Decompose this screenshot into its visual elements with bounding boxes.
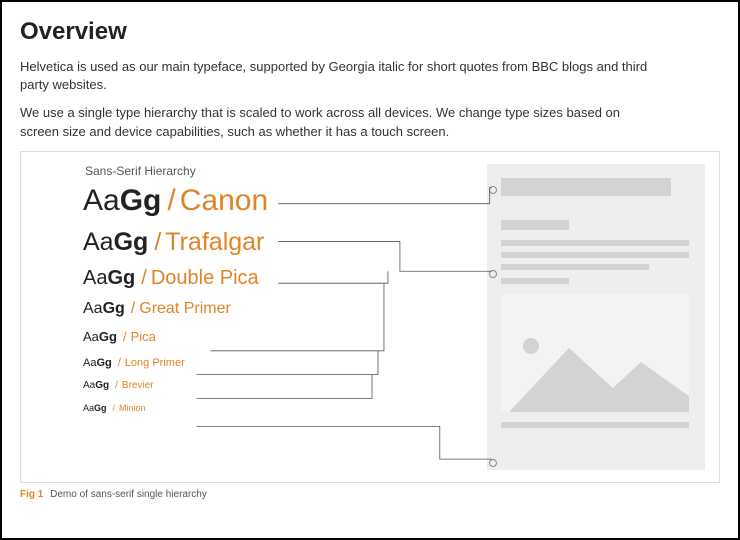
- slash: /: [141, 267, 147, 290]
- connector-dot: [489, 270, 497, 278]
- slash: /: [118, 357, 121, 370]
- slash: /: [123, 330, 127, 345]
- mock-subheading-bar: [501, 220, 569, 230]
- slash: /: [154, 228, 161, 257]
- level-name: Double Pica: [151, 267, 259, 290]
- level-name: Brevier: [122, 380, 154, 392]
- mock-text-line: [501, 252, 689, 258]
- slash: /: [131, 300, 135, 318]
- figure-caption-text: Demo of sans-serif single hierarchy: [50, 489, 207, 500]
- connector-dot: [489, 459, 497, 467]
- slash: /: [167, 184, 175, 219]
- sample-text: AaGg: [83, 380, 109, 392]
- image-mountains-icon: [501, 342, 689, 412]
- sample-text: AaGg: [83, 228, 148, 257]
- page-mock-preview: [487, 164, 705, 470]
- page: Overview Helvetica is used as our main t…: [0, 0, 740, 540]
- sample-text: AaGg: [83, 184, 161, 219]
- mock-text-line: [501, 264, 649, 270]
- level-name: Great Primer: [139, 300, 231, 318]
- figure-number: Fig 1: [20, 489, 43, 500]
- figure-caption: Fig 1 Demo of sans-serif single hierarch…: [20, 489, 720, 500]
- mock-caption-bar: [501, 422, 689, 428]
- level-name: Long Primer: [125, 357, 185, 370]
- intro-paragraph-2: We use a single type hierarchy that is s…: [20, 104, 660, 140]
- mock-text-line: [501, 240, 689, 246]
- sample-text: AaGg: [83, 403, 107, 413]
- connector-dot: [489, 186, 497, 194]
- figure-panel: Sans-Serif Hierarchy AaGg / Canon AaGg /…: [20, 151, 720, 483]
- slash: /: [113, 403, 116, 413]
- sample-text: AaGg: [83, 330, 117, 345]
- mock-small-bar: [501, 278, 569, 284]
- slash: /: [115, 380, 118, 392]
- page-title: Overview: [20, 18, 720, 46]
- level-name: Trafalgar: [165, 228, 264, 257]
- sample-text: AaGg: [83, 300, 125, 318]
- sample-text: AaGg: [83, 357, 112, 370]
- mock-heading-bar: [501, 178, 671, 196]
- level-name: Canon: [180, 184, 268, 219]
- intro-paragraph-1: Helvetica is used as our main typeface, …: [20, 58, 660, 94]
- level-name: Pica: [131, 330, 156, 345]
- sample-text: AaGg: [83, 267, 135, 290]
- mock-image-placeholder: [501, 294, 689, 412]
- level-name: Minion: [119, 403, 146, 413]
